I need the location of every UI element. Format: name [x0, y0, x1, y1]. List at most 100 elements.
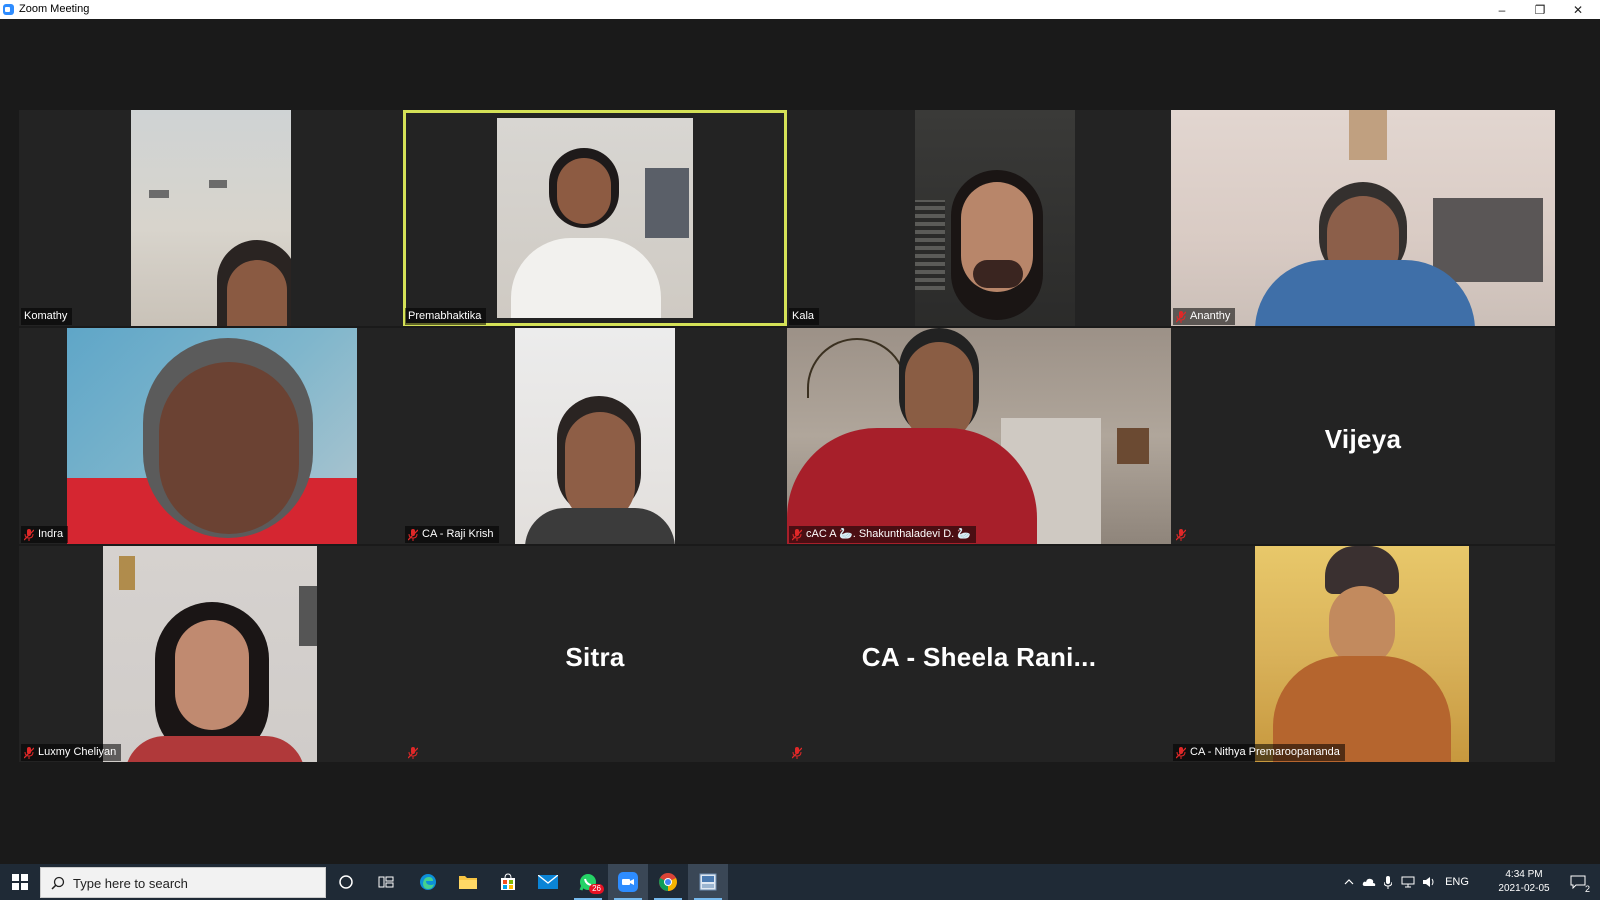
cortana-button[interactable] — [326, 864, 366, 900]
close-button[interactable]: ✕ — [1560, 0, 1596, 19]
network-tray-button[interactable] — [1398, 864, 1418, 900]
store-button[interactable] — [488, 864, 528, 900]
speaker-icon — [1423, 877, 1434, 887]
notification-icon — [1570, 875, 1586, 889]
chevron-up-icon — [1344, 879, 1354, 885]
cloud-icon — [1362, 878, 1376, 886]
participant-name-tag: Indra — [21, 526, 69, 543]
participant-tile-no-video[interactable]: Vijeya — [1171, 328, 1555, 544]
search-icon — [51, 876, 65, 895]
participant-tile-no-video[interactable]: CA - Sheela Rani... — [787, 546, 1171, 762]
participant-tile[interactable]: Kala — [787, 110, 1171, 326]
muted-mic-icon — [24, 746, 34, 759]
window-title: Zoom Meeting — [19, 3, 90, 15]
participant-name: Ananthy — [1190, 310, 1231, 322]
folder-icon — [459, 876, 477, 889]
participant-display-name: CA - Sheela Rani... — [861, 642, 1097, 672]
windows-logo-icon — [12, 874, 28, 890]
chrome-icon — [659, 873, 677, 891]
participant-name: CA - Nithya Premaroopananda — [1190, 746, 1340, 758]
zoom-taskbar-button[interactable] — [608, 864, 648, 900]
participant-tile-active-speaker[interactable]: Premabhaktika — [403, 110, 787, 326]
muted-mic-icon — [792, 746, 802, 759]
taskbar-search-box[interactable]: Type here to search — [40, 867, 326, 898]
participant-tile[interactable]: Ananthy — [1171, 110, 1555, 326]
participant-display-name: Vijeya — [1324, 424, 1402, 454]
participant-video — [497, 118, 693, 318]
task-view-icon — [378, 876, 394, 888]
participant-tile-no-video[interactable]: Sitra — [403, 546, 787, 762]
photo-viewer-icon — [699, 873, 717, 891]
mail-icon — [538, 875, 558, 889]
clock-time: 4:34 PM — [1505, 869, 1543, 880]
muted-mic-icon — [408, 528, 418, 541]
participant-tile[interactable]: CA - Raji Krish — [403, 328, 787, 544]
participant-video — [1171, 110, 1555, 326]
participant-tile[interactable]: cAC A 🦢. Shakunthaladevi D. 🦢 — [787, 328, 1171, 544]
participant-name-tag: Luxmy Cheliyan — [21, 744, 122, 761]
participant-display-name: Sitra — [565, 642, 625, 672]
participant-name-tag: Ananthy — [1173, 308, 1236, 325]
participant-tile[interactable]: Indra — [19, 328, 403, 544]
participant-name: Luxmy Cheliyan — [38, 746, 117, 758]
action-center-button[interactable]: 2 — [1560, 864, 1596, 900]
muted-mic-icon — [408, 746, 418, 759]
participant-name: CA - Raji Krish — [422, 528, 494, 540]
muted-mic-icon — [792, 528, 802, 541]
zoom-app-icon — [3, 4, 14, 15]
muted-mic-icon — [1176, 746, 1186, 759]
participant-video — [131, 110, 291, 326]
task-view-button[interactable] — [366, 864, 406, 900]
chrome-button[interactable] — [648, 864, 688, 900]
participant-video — [515, 328, 675, 544]
onedrive-tray-button[interactable] — [1360, 864, 1378, 900]
taskbar-clock[interactable]: 4:34 PM 2021-02-05 — [1494, 868, 1554, 896]
microphone-icon — [1384, 875, 1392, 889]
participant-name-tag — [1173, 526, 1195, 543]
muted-mic-icon — [24, 528, 34, 541]
muted-mic-icon — [1176, 310, 1186, 323]
store-bag-icon — [501, 873, 515, 890]
volume-tray-button[interactable] — [1419, 864, 1439, 900]
participant-video — [103, 546, 317, 762]
participant-name-tag: Premabhaktika — [405, 308, 487, 325]
notification-count: 2 — [1584, 884, 1590, 894]
participant-name-tag: Komathy — [21, 308, 73, 325]
muted-mic-icon — [1176, 528, 1186, 541]
whatsapp-unread-badge: 26 — [589, 884, 604, 894]
network-icon — [1401, 876, 1415, 888]
participant-name: Komathy — [24, 310, 68, 322]
participant-tile[interactable]: Luxmy Cheliyan — [19, 546, 403, 762]
start-button[interactable] — [0, 864, 40, 900]
cortana-circle-icon — [339, 875, 353, 889]
edge-icon — [420, 874, 436, 890]
participant-name-tag: cAC A 🦢. Shakunthaladevi D. 🦢 — [789, 526, 976, 543]
file-explorer-button[interactable] — [448, 864, 488, 900]
zoom-icon — [618, 872, 638, 892]
participant-name-tag: CA - Nithya Premaroopananda — [1173, 744, 1345, 761]
windows-taskbar: Type here to search 26 ENG 4:34 PM 2021-… — [0, 864, 1600, 900]
participant-video — [787, 328, 1171, 544]
edge-browser-button[interactable] — [408, 864, 448, 900]
participant-name-tag — [789, 744, 811, 761]
show-hidden-icons-button[interactable] — [1340, 864, 1358, 900]
participant-video — [915, 110, 1075, 326]
photos-app-button[interactable] — [688, 864, 728, 900]
title-bar: Zoom Meeting – ❐ ✕ — [0, 0, 1600, 19]
participant-name-tag: Kala — [789, 308, 820, 325]
participant-tile[interactable]: Komathy — [19, 110, 403, 326]
participant-name: Premabhaktika — [408, 310, 482, 322]
participant-name: Indra — [38, 528, 64, 540]
restore-button[interactable]: ❐ — [1522, 0, 1558, 19]
input-language-button[interactable]: ENG — [1442, 864, 1472, 900]
whatsapp-button[interactable]: 26 — [568, 864, 608, 900]
participant-tile[interactable]: CA - Nithya Premaroopananda — [1171, 546, 1555, 762]
clock-date: 2021-02-05 — [1498, 883, 1550, 894]
participant-name: cAC A 🦢. Shakunthaladevi D. 🦢 — [806, 528, 971, 540]
gallery-view: Komathy Premabhaktika Kala Ananthy Indra… — [0, 19, 1600, 882]
participant-video — [1255, 546, 1469, 762]
mail-button[interactable] — [528, 864, 568, 900]
microphone-tray-button[interactable] — [1379, 864, 1397, 900]
minimize-button[interactable]: – — [1484, 0, 1520, 19]
participant-name-tag — [405, 744, 427, 761]
